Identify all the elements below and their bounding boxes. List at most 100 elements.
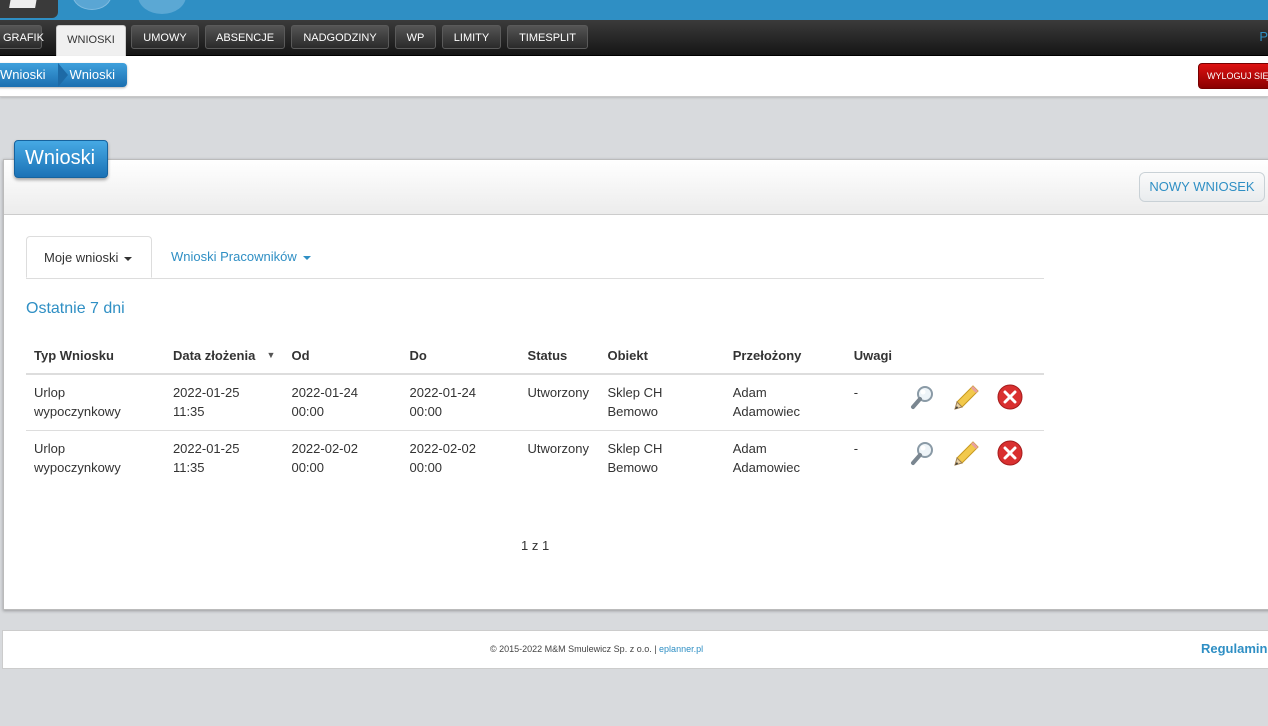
column-header-actions	[900, 337, 1044, 375]
cell-object: Sklep CH Bemowo	[599, 374, 724, 431]
cell-object: Sklep CH Bemowo	[599, 430, 725, 486]
table-row: Urlop wypoczynkowy 2022-01-25 11:35 2022-0…	[26, 430, 1044, 486]
clock-icon	[72, 0, 112, 10]
cell-actions	[900, 430, 1044, 486]
delete-x-icon[interactable]	[996, 383, 1024, 411]
eplanner-link[interactable]: eplanner.pl	[659, 644, 703, 654]
cell-line: 2022-01-24	[409, 385, 477, 400]
cell-line: 00:00	[409, 460, 443, 475]
cell-line: Sklep CH	[607, 441, 663, 456]
cell-notes: -	[853, 385, 859, 400]
menu-item-limity[interactable]: LIMITY	[442, 25, 501, 49]
cell-submitted: 2022-01-25 11:35	[165, 374, 284, 431]
column-header-object[interactable]: Obiekt	[599, 337, 725, 375]
cell-line: Bemowo	[607, 404, 659, 419]
logout-button[interactable]: WYLOGUJ SIĘ	[1198, 63, 1268, 89]
page-title: Wnioski	[14, 140, 108, 178]
cell-manager: Adam Adamowiec	[725, 374, 846, 431]
menu-item-absencje[interactable]: ABSENCJE	[205, 25, 285, 49]
view-magnifier-icon[interactable]	[909, 383, 937, 411]
footer: © 2015-2022 M&M Smulewicz Sp. z o.o. | e…	[2, 630, 1268, 669]
cell-status: Utworzony	[519, 430, 600, 486]
column-label: Data złożenia	[172, 347, 256, 363]
column-header-manager[interactable]: Przełożony	[724, 337, 846, 375]
breadcrumb: Wnioski Wnioski	[0, 63, 128, 87]
column-header-from[interactable]: Od	[283, 337, 402, 375]
top-header	[0, 0, 1268, 20]
main-menu: GRAFIK WNIOSKI UMOWY ABSENCJE NADGODZINY…	[0, 20, 1268, 56]
breadcrumb-label: Wnioski	[69, 67, 116, 82]
column-header-submitted[interactable]: Data złożenia ▼	[164, 337, 284, 375]
cell-line: 2022-01-25	[172, 441, 240, 456]
cell-from: 2022-02-02 00:00	[283, 430, 402, 486]
cell-line: Urlop	[34, 441, 66, 456]
cell-line: 2022-01-25	[172, 385, 240, 400]
cell-type: Urlop wypoczynkowy	[26, 374, 165, 431]
cell-line: 00:00	[291, 404, 325, 419]
breadcrumb-label: Wnioski	[0, 67, 46, 82]
cell-line: Adam	[732, 385, 767, 400]
menu-right-link[interactable]: P	[1259, 29, 1268, 44]
section-title: Ostatnie 7 dni	[26, 300, 125, 317]
cell-line: Adam	[732, 441, 767, 456]
column-header-type[interactable]: Typ Wniosku	[26, 337, 165, 375]
cell-line: 2022-02-02	[291, 441, 358, 456]
menu-item-wnioski[interactable]: WNIOSKI	[56, 25, 126, 56]
cell-submitted: 2022-01-25 11:35	[164, 430, 284, 486]
cell-line: Bemowo	[607, 460, 659, 475]
breadcrumb-item-1[interactable]: Wnioski	[0, 63, 68, 87]
tab-my-requests[interactable]: Moje wnioski	[26, 236, 152, 278]
table-row: Urlop wypoczynkowy 2022-01-25 11:35 2022-0…	[26, 374, 1044, 431]
regulamin-link[interactable]: Regulamin	[1201, 641, 1267, 656]
cell-line: Sklep CH	[607, 385, 663, 400]
cell-line: 00:00	[409, 404, 443, 419]
cell-actions	[901, 374, 1044, 431]
caret-down-icon	[302, 255, 311, 260]
edit-pencil-icon[interactable]	[952, 439, 980, 467]
copyright-text: © 2015-2022 M&M Smulewicz Sp. z o.o. |	[490, 644, 660, 654]
cell-line: wypoczynkowy	[34, 460, 121, 475]
tab-label: Moje wnioski	[44, 250, 119, 265]
view-magnifier-icon[interactable]	[909, 439, 937, 467]
sort-desc-icon: ▼	[266, 349, 276, 360]
panel-header	[4, 160, 1268, 215]
cell-notes: -	[845, 430, 901, 486]
cell-line: 2022-01-24	[291, 385, 358, 400]
cell-to: 2022-02-02 00:00	[401, 430, 520, 486]
pagination: 1 z 1	[521, 538, 550, 553]
requests-table: Typ Wniosku Data złożenia ▼ Od Do Status …	[26, 337, 1044, 486]
tabs: Moje wnioski Wnioski Pracowników	[26, 236, 1044, 279]
cell-to: 2022-01-24 00:00	[402, 374, 520, 431]
menu-item-grafik[interactable]: GRAFIK	[0, 25, 44, 49]
cell-line: 2022-02-02	[409, 441, 477, 456]
new-request-button[interactable]: NOWY WNIOSEK	[1139, 172, 1265, 202]
tab-employee-requests[interactable]: Wnioski Pracowników	[154, 236, 328, 278]
menu-item-timesplit[interactable]: TIMESPLIT	[507, 25, 588, 49]
cell-status: Utworzony	[527, 385, 589, 400]
footer-copyright: © 2015-2022 M&M Smulewicz Sp. z o.o. | e…	[490, 644, 703, 654]
cell-line: Adamowiec	[732, 404, 800, 419]
cell-line: 00:00	[291, 460, 325, 475]
menu-item-wp[interactable]: WP	[395, 25, 436, 49]
cell-line: Urlop	[34, 385, 66, 400]
menu-item-nadgodziny[interactable]: NADGODZINY	[291, 25, 389, 49]
breadcrumb-item-2[interactable]: Wnioski	[64, 63, 128, 87]
cell-line: wypoczynkowy	[34, 404, 121, 419]
cell-line: 11:35	[172, 404, 205, 419]
caret-down-icon	[124, 256, 133, 261]
decorative-icon	[138, 0, 186, 14]
column-header-notes[interactable]: Uwagi	[845, 337, 901, 375]
cell-line: Adamowiec	[732, 460, 800, 475]
app-logo[interactable]	[0, 0, 58, 18]
cell-from: 2022-01-24 00:00	[283, 374, 401, 431]
cell-line: 11:35	[172, 460, 205, 475]
tab-label: Wnioski Pracowników	[171, 249, 297, 264]
cell-manager: Adam Adamowiec	[724, 430, 846, 486]
table-header-row: Typ Wniosku Data złożenia ▼ Od Do Status …	[26, 337, 1044, 375]
column-header-to[interactable]: Do	[401, 337, 520, 375]
edit-pencil-icon[interactable]	[952, 383, 980, 411]
delete-x-icon[interactable]	[996, 439, 1024, 467]
breadcrumb-bar: Wnioski Wnioski WYLOGUJ SIĘ	[0, 56, 1268, 97]
column-header-status[interactable]: Status	[519, 337, 600, 375]
menu-item-umowy[interactable]: UMOWY	[131, 25, 199, 49]
